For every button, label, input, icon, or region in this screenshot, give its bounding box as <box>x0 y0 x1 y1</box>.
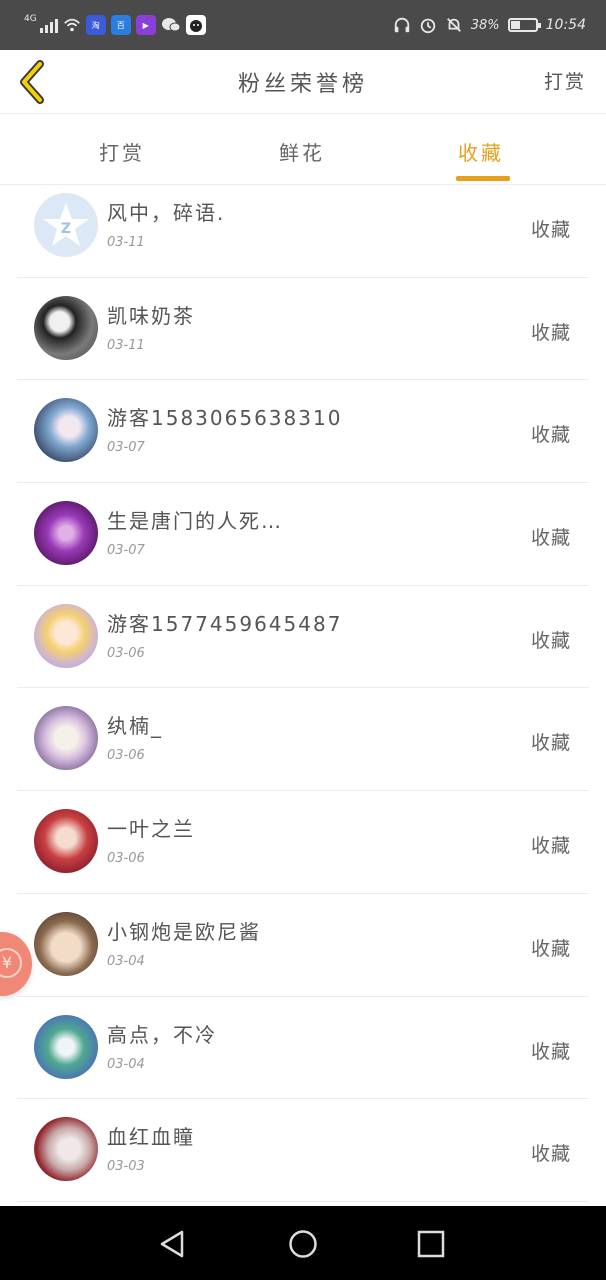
mute-icon <box>446 18 461 32</box>
avatar <box>34 1117 98 1182</box>
username: 游客1583065638310 <box>107 406 343 431</box>
date: 03-06 <box>107 748 145 764</box>
yuan-icon: ¥ <box>0 948 22 978</box>
avatar <box>34 1014 98 1079</box>
action-label: 收藏 <box>530 629 571 652</box>
avatar <box>34 809 98 874</box>
list-item[interactable]: 血红血瞳 03-03 收藏 <box>17 1099 589 1202</box>
wechat-icon <box>161 15 181 35</box>
action-label: 收藏 <box>530 219 571 241</box>
headphones-icon <box>394 17 409 33</box>
username: 生是唐门的人死… <box>107 509 283 534</box>
list-item[interactable]: 游客1577459645487 03-06 收藏 <box>17 586 589 689</box>
tab-reward[interactable]: 打赏 <box>99 137 145 166</box>
action-label: 收藏 <box>530 424 571 447</box>
status-left: 4G 淘 百 ▶ <box>24 14 206 36</box>
list-item[interactable]: 游客1583065638310 03-07 收藏 <box>17 380 589 484</box>
taobao-icon: 淘 <box>85 15 106 35</box>
reward-link[interactable]: 打赏 <box>544 67 586 94</box>
video-icon: ▶ <box>135 15 156 35</box>
avatar <box>34 398 98 463</box>
list-item[interactable]: 一叶之兰 03-06 收藏 <box>17 791 589 894</box>
svg-text:Z: Z <box>61 221 71 237</box>
avatar <box>34 603 98 668</box>
list-item[interactable]: Z 风中，碎语. 03-11 收藏 <box>17 175 589 278</box>
battery-icon <box>507 18 541 32</box>
date: 03-07 <box>107 440 145 456</box>
list-item[interactable]: 小钢炮是欧尼酱 03-04 收藏 <box>17 894 589 997</box>
status-bar: 4G 淘 百 ▶ 38% 10:54 <box>0 0 606 50</box>
signal-icon <box>39 17 58 33</box>
date: 03-06 <box>107 645 145 661</box>
username: 风中，碎语. <box>107 201 226 225</box>
network-type: 4G <box>24 14 37 24</box>
avatar <box>34 501 98 566</box>
cat-icon <box>185 15 206 35</box>
wifi-icon <box>63 18 80 32</box>
username: 游客1577459645487 <box>107 611 343 636</box>
list-item[interactable]: 纨楠_ 03-06 收藏 <box>17 688 589 792</box>
system-nav-bar <box>0 1206 606 1280</box>
list-item[interactable]: 高点，不冷 03-04 收藏 <box>17 997 589 1100</box>
date: 03-11 <box>107 235 145 250</box>
alarm-icon <box>420 18 435 34</box>
date: 03-04 <box>107 1056 145 1072</box>
action-label: 收藏 <box>530 732 571 755</box>
baidu-icon: 百 <box>110 15 131 35</box>
action-label: 收藏 <box>530 1040 571 1063</box>
date: 03-06 <box>107 851 145 867</box>
avatar <box>34 706 98 771</box>
app-header: 粉丝荣誉榜 打赏 <box>0 50 606 114</box>
home-circle-icon[interactable] <box>287 1228 319 1260</box>
username: 血红血瞳 <box>107 1125 195 1150</box>
avatar <box>34 295 98 360</box>
avatar: Z <box>34 193 98 257</box>
tab-flowers[interactable]: 鲜花 <box>279 137 325 166</box>
username: 小钢炮是欧尼酱 <box>107 919 261 944</box>
recents-square-icon[interactable] <box>415 1228 447 1260</box>
action-label: 收藏 <box>530 835 571 858</box>
battery-percent: 38% <box>470 17 500 33</box>
avatar <box>34 911 98 976</box>
username: 凯味奶茶 <box>107 303 195 328</box>
back-triangle-icon[interactable] <box>156 1228 188 1260</box>
action-label: 收藏 <box>530 321 571 344</box>
fan-list: Z 风中，碎语. 03-11 收藏 凯味奶茶 03-11 收藏 游客158306… <box>17 175 589 1202</box>
username: 高点，不冷 <box>107 1022 217 1047</box>
list-item[interactable]: 凯味奶茶 03-11 收藏 <box>17 278 589 381</box>
date: 03-03 <box>107 1159 145 1175</box>
list-item[interactable]: 生是唐门的人死… 03-07 收藏 <box>17 483 589 586</box>
page-title: 粉丝荣誉榜 <box>237 72 368 97</box>
clock: 10:54 <box>545 17 586 33</box>
tab-favorites[interactable]: 收藏 <box>458 137 504 166</box>
username: 一叶之兰 <box>107 817 195 842</box>
date: 03-11 <box>107 337 145 353</box>
action-label: 收藏 <box>530 1143 571 1166</box>
action-label: 收藏 <box>530 527 571 550</box>
date: 03-04 <box>107 953 145 969</box>
action-label: 收藏 <box>530 937 571 960</box>
username: 纨楠_ <box>107 714 163 739</box>
date: 03-07 <box>107 543 145 559</box>
status-right: 38% 10:54 <box>393 14 586 36</box>
